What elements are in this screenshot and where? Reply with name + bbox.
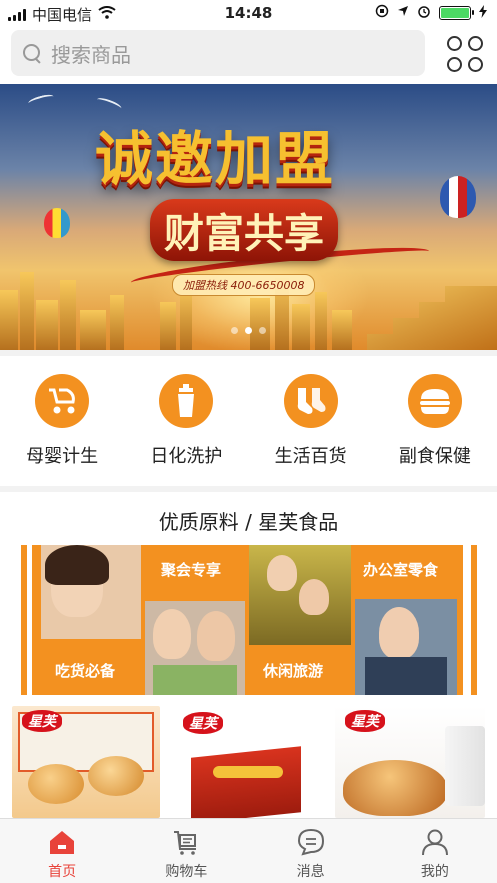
model-hair: [45, 545, 109, 585]
location-icon: [397, 5, 409, 21]
user-icon: [421, 829, 448, 856]
alarm-icon: [417, 4, 431, 22]
tab-label: 消息: [296, 864, 325, 880]
product-box-image: [191, 746, 301, 818]
category-label: 副食保健: [398, 446, 471, 467]
collage-tag: 办公室零食: [363, 561, 439, 579]
collage-panel-party[interactable]: 聚会专享: [145, 545, 245, 695]
search-icon: [21, 42, 43, 64]
bottom-tab-bar: 首页 购物车 消息 我的: [0, 818, 497, 883]
category-item-household[interactable]: 生活百货: [249, 356, 373, 486]
model-photo: [267, 555, 297, 591]
battery-icon: [439, 6, 474, 20]
status-right: [375, 4, 487, 22]
category-shortcuts: 母婴计生 日化洗护 生活百货 副食保健: [0, 356, 497, 486]
model-photo: [153, 609, 191, 659]
product-row: 星芙 星芙 星芙: [0, 706, 497, 818]
promo-banner[interactable]: 诚邀加盟 财富共享 加盟热线 400-6650008: [0, 84, 497, 350]
category-label: 生活百货: [274, 446, 347, 467]
search-input[interactable]: 搜索商品: [11, 30, 425, 76]
banner-hotline: 加盟热线 400-6650008: [172, 274, 316, 296]
tab-home[interactable]: 首页: [0, 819, 124, 883]
product-card[interactable]: 星芙: [335, 706, 485, 818]
brand-logo: 星芙: [345, 710, 385, 732]
banner-subheadline: 财富共享: [150, 199, 338, 261]
bread-image: [28, 764, 84, 804]
category-item-maternal[interactable]: 母婴计生: [0, 356, 124, 486]
bread-image: [88, 756, 144, 796]
hot-air-balloon-image: [440, 176, 476, 218]
box-label: [213, 766, 283, 778]
model-photo: [197, 611, 235, 661]
table-photo: [153, 665, 237, 695]
stroller-icon: [35, 374, 90, 428]
collage-panel-travel[interactable]: 休闲旅游: [249, 545, 351, 695]
home-icon: [50, 831, 75, 854]
hot-air-balloon-image: [44, 208, 70, 238]
tab-profile[interactable]: 我的: [373, 819, 497, 883]
collage-panel-snacks[interactable]: 吃货必备: [41, 545, 141, 695]
carousel-indicator[interactable]: [0, 327, 497, 334]
category-label: 日化洗护: [150, 446, 223, 467]
brand-logo: 星芙: [22, 710, 62, 732]
message-icon: [297, 828, 324, 856]
carousel-dot[interactable]: [245, 327, 252, 334]
bread-image: [343, 760, 447, 816]
collage-tag: 聚会专享: [161, 561, 222, 579]
model-photo: [299, 579, 329, 615]
collage-tag: 吃货必备: [55, 662, 116, 680]
lotion-bottle-icon: [159, 374, 214, 428]
milk-glass-image: [445, 726, 485, 806]
category-grid-button[interactable]: [447, 36, 483, 72]
category-label: 母婴计生: [26, 446, 99, 467]
collage-panel-office[interactable]: 办公室零食: [355, 545, 457, 695]
category-item-toiletries[interactable]: 日化洗护: [124, 356, 248, 486]
office-desk-photo: [365, 657, 447, 695]
seagull-image: [27, 92, 55, 108]
tab-label: 首页: [48, 864, 77, 880]
search-placeholder: 搜索商品: [51, 42, 131, 67]
featured-collage[interactable]: 吃货必备 聚会专享 休闲旅游 办公室零食: [21, 545, 477, 695]
tab-label: 购物车: [165, 864, 208, 880]
status-bar: 中国电信 14:48: [0, 0, 497, 28]
burger-icon: [407, 374, 462, 428]
charging-icon: [479, 4, 487, 22]
tab-cart[interactable]: 购物车: [124, 819, 248, 883]
category-item-food[interactable]: 副食保健: [373, 356, 497, 486]
product-card[interactable]: 星芙: [173, 706, 323, 818]
collage-edge-left: [21, 545, 32, 695]
tab-label: 我的: [420, 864, 449, 880]
model-photo: [379, 607, 419, 659]
banner-headline: 诚邀加盟: [95, 125, 336, 193]
carousel-dot[interactable]: [231, 327, 238, 334]
collage-edge-right: [463, 545, 477, 695]
socks-icon: [283, 374, 338, 428]
cart-icon: [174, 831, 197, 855]
tab-messages[interactable]: 消息: [249, 819, 373, 883]
featured-section: 优质原料 / 星芙食品 吃货必备 聚会专享 休闲旅游 办公室零食 星芙 星芙 星…: [0, 492, 497, 818]
collage-tag: 休闲旅游: [263, 662, 324, 680]
seagull-image: [95, 95, 123, 113]
carousel-dot[interactable]: [259, 327, 266, 334]
rotation-lock-icon: [375, 4, 389, 22]
product-card[interactable]: 星芙: [12, 706, 160, 818]
app-screen: 中国电信 14:48 搜索商品 诚邀加盟 财富共享 加盟热线 400-66500…: [0, 0, 497, 883]
brand-logo: 星芙: [183, 712, 223, 734]
search-header: 搜索商品: [0, 28, 497, 84]
section-title: 优质原料 / 星芙食品: [158, 510, 339, 534]
